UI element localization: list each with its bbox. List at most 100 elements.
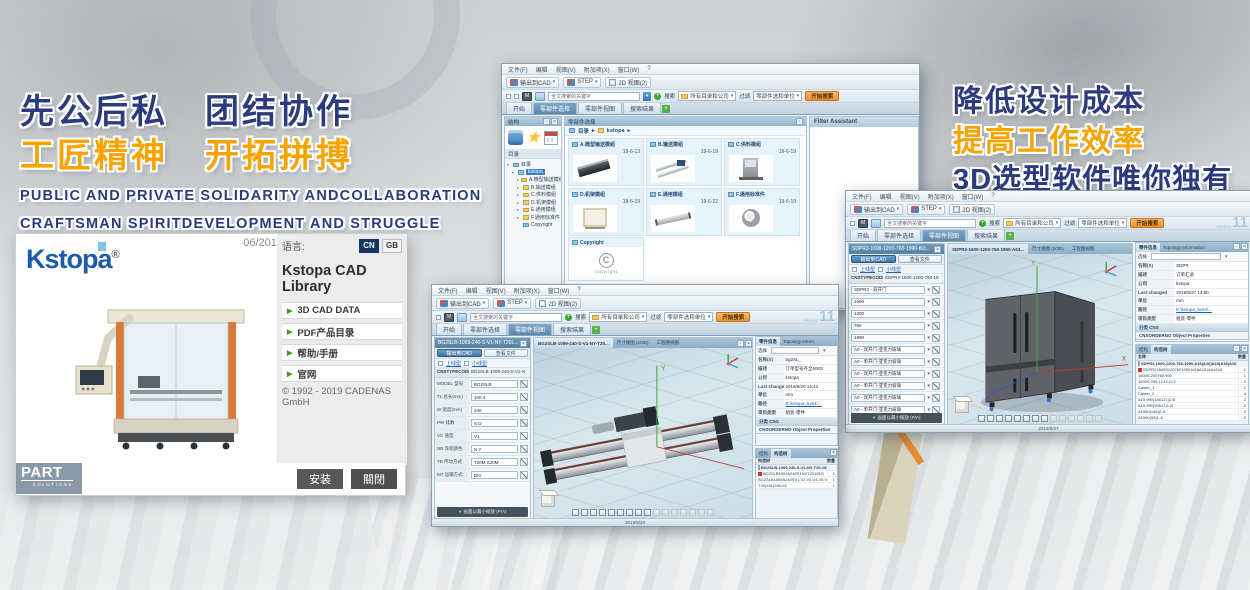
- catalog-card[interactable]: F.通用标准件 19-6-19: [724, 188, 800, 236]
- tab-part-view[interactable]: 零部件视图: [922, 229, 966, 241]
- edit-icon[interactable]: [520, 471, 528, 479]
- minimize-icon[interactable]: ▫: [796, 118, 803, 125]
- tab-drawing-view[interactable]: 工程图视图: [1068, 244, 1099, 254]
- filter-select[interactable]: 零部件选和单位▾: [664, 312, 713, 322]
- edit-icon[interactable]: [520, 458, 528, 466]
- catalog-select[interactable]: 所有目录和公司▾: [1003, 218, 1061, 228]
- language-cn-button[interactable]: CN: [359, 239, 379, 253]
- language-gb-button[interactable]: GB: [382, 239, 402, 253]
- menu-addons[interactable]: 附加项(X): [514, 286, 540, 295]
- viewport-tool-icon[interactable]: [653, 509, 660, 516]
- tree-item-vendor[interactable]: ▾kstopa: [507, 169, 561, 177]
- search-scope-button[interactable]: [535, 92, 545, 101]
- menu-item-pdf-catalog[interactable]: ▶PDF产品目录: [282, 323, 402, 340]
- viewport-tool-icon[interactable]: [662, 509, 669, 516]
- viewport-tool-icon[interactable]: [996, 415, 1003, 422]
- filter-select[interactable]: 零部件选和单位▾: [753, 91, 802, 101]
- edit-icon[interactable]: [520, 445, 528, 453]
- tab-part-info[interactable]: 零件信息: [1136, 243, 1160, 252]
- export-cad-button[interactable]: 输出到CAD▾: [436, 298, 489, 309]
- edit-icon[interactable]: [932, 370, 940, 378]
- close-icon[interactable]: ×: [551, 118, 558, 125]
- viewport-tool-icon[interactable]: [1086, 415, 1093, 422]
- tab-topology[interactable]: Topology Information: [780, 337, 814, 346]
- add-search-icon[interactable]: +: [654, 93, 661, 100]
- tab-search-results[interactable]: 搜索结果: [623, 102, 661, 114]
- edit-icon[interactable]: [520, 419, 528, 427]
- add-tab-button[interactable]: +: [592, 326, 600, 334]
- tab-part-selection[interactable]: 零部件选择: [533, 102, 577, 114]
- viewport-tool-icon[interactable]: [689, 509, 696, 516]
- path-link[interactable]: E:\kstopa_5x54\...: [1174, 306, 1248, 314]
- menu-file[interactable]: 文件(F): [508, 65, 528, 74]
- tab-build-tree[interactable]: 构造树: [771, 449, 791, 458]
- viewport-tool-icon[interactable]: [626, 509, 633, 516]
- install-button[interactable]: 安装: [297, 469, 343, 489]
- catalog-select[interactable]: 所有目录和公司▾: [678, 91, 736, 101]
- object-properties-bar[interactable]: CNSORDERNO Object Properties: [756, 426, 837, 434]
- tab-3d-model[interactable]: BG2SLB-1009-240-S-V1-NY-T20...: [534, 338, 613, 348]
- start-search-button[interactable]: 开始搜索: [1130, 218, 1164, 228]
- close-icon[interactable]: ×: [1241, 243, 1248, 250]
- checkbox[interactable]: [758, 465, 760, 470]
- menu-help[interactable]: ?: [577, 287, 580, 293]
- menu-view[interactable]: 视图(V): [900, 192, 920, 201]
- viewport-tool-icon[interactable]: [1077, 415, 1084, 422]
- menu-edit[interactable]: 编辑: [880, 192, 892, 201]
- copyright-card[interactable]: Copyright C copyright: [568, 237, 644, 281]
- search-checkbox[interactable]: [514, 94, 519, 99]
- menu-edit[interactable]: 编辑: [466, 286, 478, 295]
- close-icon[interactable]: ×: [520, 340, 527, 347]
- export-cad-button[interactable]: 输出到CAD▾: [506, 77, 559, 88]
- search-mode-button[interactable]: M: [522, 92, 532, 101]
- menu-help[interactable]: ?: [991, 193, 994, 199]
- parameter-select[interactable]: V1: [471, 432, 518, 440]
- search-mode-button[interactable]: M: [444, 313, 454, 322]
- edit-icon[interactable]: [932, 382, 940, 390]
- assembly-row[interactable]: A1990(99)1-A2: [1136, 415, 1248, 421]
- start-search-button[interactable]: 开始搜索: [805, 91, 839, 101]
- parameter-select[interactable]: 760: [851, 322, 925, 330]
- catalog-card[interactable]: A.微型输送模组 19-6-13: [568, 138, 644, 186]
- close-button[interactable]: 關閉: [351, 469, 397, 489]
- tree-item-copyright[interactable]: Copyright: [507, 221, 561, 229]
- minimize-icon[interactable]: ▫: [1233, 345, 1240, 352]
- tab-build-tree[interactable]: 构造树: [1151, 345, 1171, 354]
- menu-view[interactable]: 视图(V): [556, 65, 576, 74]
- viewport-tool-icon[interactable]: [1005, 415, 1012, 422]
- favorites-star-icon[interactable]: ★: [527, 130, 540, 145]
- checkbox[interactable]: [852, 267, 857, 272]
- viewport-tool-icon[interactable]: [572, 509, 579, 516]
- tree-item[interactable]: ▸A.微型输送模组: [507, 176, 561, 184]
- select-dropdown[interactable]: [1151, 253, 1221, 260]
- viewport-tool-icon[interactable]: [978, 415, 985, 422]
- edit-icon[interactable]: [520, 380, 528, 388]
- viewport-tool-icon[interactable]: [1032, 415, 1039, 422]
- minimize-icon[interactable]: ▫: [737, 340, 744, 347]
- tab-part-selection[interactable]: 零部件选择: [463, 323, 507, 335]
- minimize-icon[interactable]: ▫: [543, 118, 550, 125]
- add-search-icon[interactable]: +: [979, 220, 986, 227]
- parameter-toggle[interactable]: T20M S20M: [471, 458, 518, 466]
- fit-view-button[interactable]: ●画面以最小缩放 (P/A): [437, 507, 528, 517]
- search-input[interactable]: [470, 313, 562, 322]
- tab-start[interactable]: 开始: [850, 229, 876, 241]
- search-input[interactable]: [548, 92, 640, 101]
- tab-start[interactable]: 开始: [506, 102, 532, 114]
- breadcrumb-root[interactable]: 目录: [578, 127, 589, 135]
- 3d-canvas[interactable]: Y X Z: [948, 254, 1132, 425]
- breadcrumb-vendor[interactable]: kstopa: [607, 128, 625, 134]
- parameter-select[interactable]: 1600: [851, 298, 925, 306]
- edit-icon[interactable]: [520, 432, 528, 440]
- parameter-select[interactable]: 1200: [851, 310, 925, 318]
- catalog-card[interactable]: B.输送模组 19-6-19: [646, 138, 722, 186]
- line-view-link[interactable]: 上线型: [446, 360, 461, 367]
- parameter-select[interactable]: DKI: [471, 471, 518, 479]
- tree-item[interactable]: ▸F.通用标准件: [507, 214, 561, 222]
- filter-select[interactable]: 零部件选和单位▾: [1078, 218, 1127, 228]
- viewport-tool-icon[interactable]: [671, 509, 678, 516]
- viewport-tool-icon[interactable]: [1014, 415, 1021, 422]
- 2d-view-button[interactable]: 2D 视图(2): [535, 298, 581, 309]
- viewport-tool-icon[interactable]: [698, 509, 705, 516]
- view-file-button[interactable]: 查看文件: [898, 255, 943, 263]
